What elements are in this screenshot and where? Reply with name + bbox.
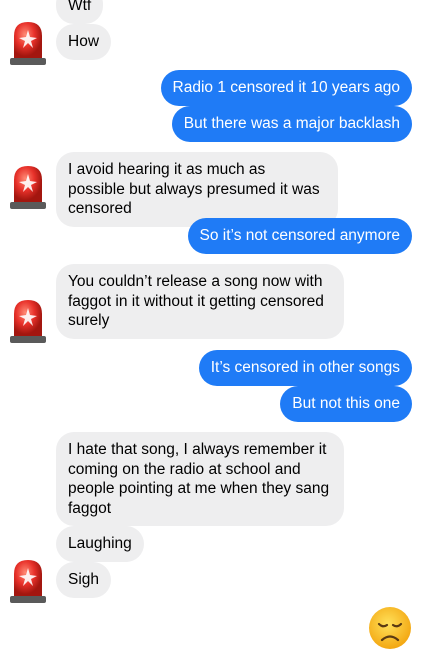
message-bubble-outgoing[interactable]: Radio 1 censored it 10 years ago [160, 70, 412, 106]
message-bubble-incoming[interactable]: Laughing [56, 526, 144, 562]
message-bubble-incoming[interactable]: I avoid hearing it as much as possible b… [56, 152, 338, 227]
message-bubble-incoming[interactable]: Wtf [56, 0, 104, 24]
siren-avatar-icon[interactable] [8, 162, 48, 210]
message-bubble-incoming[interactable]: How [56, 24, 112, 60]
message-bubble-outgoing[interactable]: So it’s not censored anymore [187, 218, 412, 254]
siren-avatar-icon[interactable] [8, 18, 48, 66]
message-bubble-incoming[interactable]: Sigh [56, 562, 112, 598]
message-bubble-incoming[interactable]: I hate that song, I always remember it c… [56, 432, 344, 526]
disappointed-face-emoji-icon [368, 606, 412, 650]
message-bubble-outgoing[interactable]: But not this one [280, 386, 412, 422]
siren-avatar-icon[interactable] [8, 296, 48, 344]
message-bubble-incoming[interactable]: You couldn’t release a song now with fag… [56, 264, 344, 339]
message-bubble-outgoing[interactable]: But there was a major backlash [171, 106, 412, 142]
siren-avatar-icon[interactable] [8, 556, 48, 604]
message-bubble-outgoing[interactable]: It’s censored in other songs [198, 350, 412, 386]
